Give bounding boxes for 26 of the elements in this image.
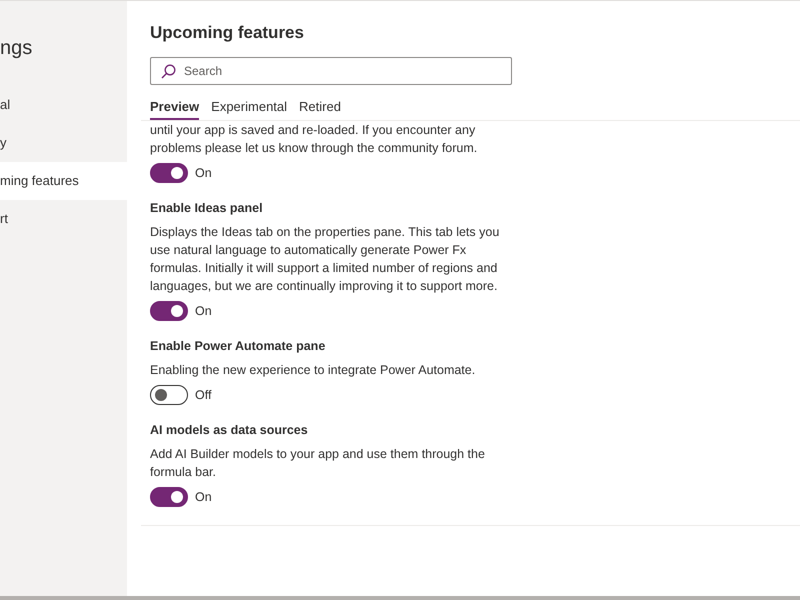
feature-description: Displays the Ideas tab on the properties pane. This tab lets you use natural language to automatically generate Power Fx formulas. Initially it will support a limited number of regions and languages, but we are continually improving it to support more. xyxy=(150,224,500,295)
sidebar-item[interactable]: ming features xyxy=(0,162,127,200)
tab[interactable]: Experimental xyxy=(211,97,288,120)
feature-description: until your app is saved and re-loaded. If you encounter any problems please let us know through the community forum. xyxy=(150,122,478,157)
tab[interactable]: Retired xyxy=(299,97,341,120)
sidebar-item[interactable]: rt xyxy=(0,200,127,238)
sidebar-item[interactable]: al xyxy=(0,86,127,124)
toggle-state-label: Off xyxy=(195,388,212,402)
feature-title: Enable Power Automate pane xyxy=(150,339,326,353)
sidebar-item[interactable]: y xyxy=(0,124,127,162)
feature-title: Enable Ideas panel xyxy=(150,201,264,215)
toggle-state-label: On xyxy=(195,304,212,318)
toggle-state-label: On xyxy=(195,490,212,504)
toggle-switch[interactable] xyxy=(150,385,188,405)
toggle-switch[interactable] xyxy=(150,301,188,321)
page-title: Upcoming features xyxy=(149,23,305,43)
feature-description: Enabling the new experience to integrate Power Automate. xyxy=(150,362,476,379)
toggle-state-label: On xyxy=(195,166,212,180)
search-field[interactable]: Search xyxy=(150,57,512,85)
search-icon xyxy=(161,64,176,79)
sidebar-title: ngs xyxy=(0,37,34,60)
feature-title: AI models as data sources xyxy=(150,423,309,437)
toggle-switch[interactable] xyxy=(150,163,188,183)
toggle-switch[interactable] xyxy=(150,487,188,507)
tab[interactable]: Preview xyxy=(150,97,200,120)
feature-description: Add AI Builder models to your app and use them through the formula bar. xyxy=(150,446,486,481)
